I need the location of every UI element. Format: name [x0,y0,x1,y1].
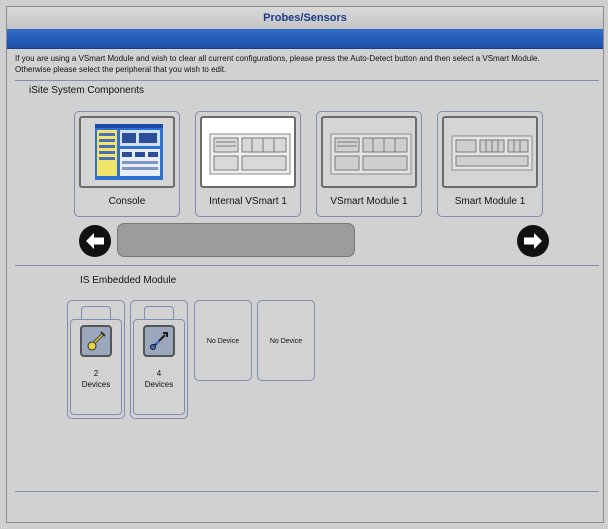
probe-blue-icon [143,325,175,357]
module-slot-4[interactable]: No Device [257,300,315,381]
probes-sensors-window: Probes/Sensors If you are using a VSmart… [6,6,604,523]
module-slot-3[interactable]: No Device [194,300,252,381]
component-label: Smart Module 1 [454,196,526,207]
header-bar [7,29,603,49]
system-components-heading: iSite System Components [29,85,145,96]
component-tile-console[interactable]: Console [74,111,180,217]
console-screen-icon [79,116,175,188]
component-scrollbar[interactable] [117,223,355,257]
arrow-left-icon[interactable] [79,225,111,257]
component-label: VSmart Module 1 [330,196,408,207]
separator [15,491,599,492]
separator [15,80,599,81]
component-label: Console [108,196,146,207]
no-device-label: No Device [206,338,240,345]
smart-module-panel-icon [442,116,538,188]
slot-tab [144,306,174,320]
component-tile-smart-module-1[interactable]: Smart Module 1 [437,111,543,217]
separator [15,265,599,266]
slot-tab [81,306,111,320]
window-title: Probes/Sensors [7,7,603,30]
slot-inner: 4 Devices [133,319,185,415]
device-count: 4 [156,369,162,378]
instructions-text: If you are using a VSmart Module and wis… [15,53,599,75]
arrow-right-icon[interactable] [517,225,549,257]
device-unit: Devices [144,380,174,389]
slot-inner: 2 Devices [70,319,122,415]
component-tile-internal-vsmart-1[interactable]: Internal VSmart 1 [195,111,301,217]
no-device-label: No Device [269,338,303,345]
module-slot-2[interactable]: 4 Devices [130,300,188,419]
probe-yellow-icon [80,325,112,357]
module-slot-1[interactable]: 2 Devices [67,300,125,419]
vsmart-panel-icon [200,116,296,188]
device-unit: Devices [81,380,111,389]
vsmart-panel-icon [321,116,417,188]
device-count: 2 [93,369,99,378]
embedded-module-heading: IS Embedded Module [80,275,177,286]
component-label: Internal VSmart 1 [209,196,287,207]
instructions-line-2: Otherwise please select the peripheral t… [15,65,227,74]
instructions-line-1: If you are using a VSmart Module and wis… [15,54,540,63]
component-tile-vsmart-module-1[interactable]: VSmart Module 1 [316,111,422,217]
